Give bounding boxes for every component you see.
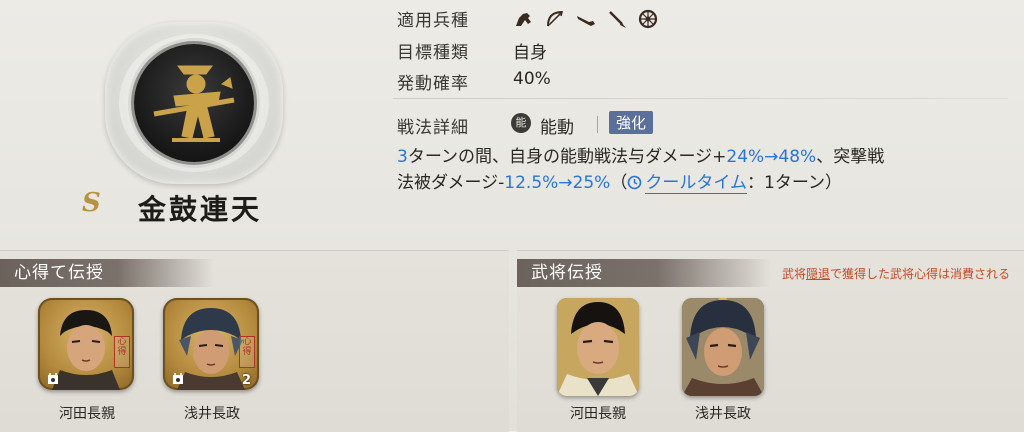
inherit-panel-title: 心得て伝授 (0, 259, 214, 287)
cooldown-icon (627, 172, 642, 190)
clan-crest-icon (173, 373, 183, 384)
cavalry-icon (513, 8, 535, 30)
skill-name: 金鼓連天 (138, 193, 263, 226)
bow-icon (544, 8, 566, 30)
cooldown-value: ：1ターン） (747, 173, 842, 193)
inherit-card-name-azai: 浅井長政 (184, 406, 240, 422)
card-count: 2 (241, 373, 251, 388)
skill-icon (134, 44, 254, 162)
general-portrait (177, 308, 245, 390)
clan-crest-icon (48, 373, 58, 384)
wheel-icon (637, 8, 659, 30)
skill-rank: S (82, 188, 101, 218)
skill-detail-section: S 金鼓連天 適用兵種 目標種類 自身 発動確率 40% 戦法詳細 能 能動 強… (0, 0, 1024, 240)
target-label: 目標種類 (397, 43, 469, 63)
divider (597, 116, 598, 133)
gun-icon (575, 8, 597, 30)
general-card-azai[interactable] (682, 298, 764, 396)
damage-reduction-value: 12.5%→25% (504, 173, 611, 193)
inherit-card-azai[interactable]: 心得 2 (163, 298, 259, 390)
general-card-name-kawada: 河田長親 (570, 406, 626, 422)
general-card-kawada[interactable] (557, 298, 639, 396)
detail-label: 戦法詳細 (397, 118, 469, 138)
ability-type: 能動 (540, 118, 574, 138)
general-inherit-panel: 武将伝授 武将隠退で獲得した武将心得は消費される 河田長親 浅井長政 (517, 250, 1024, 432)
unit-types-label: 適用兵種 (397, 11, 469, 31)
enhance-tag[interactable]: 強化 (609, 111, 654, 134)
general-card-name-azai: 浅井長政 (695, 406, 751, 422)
retire-link[interactable]: 隠退 (806, 267, 830, 281)
inherit-panel: 心得て伝授 心得 河田長親 心得 2 浅井長政 (0, 250, 509, 432)
target-value: 自身 (513, 43, 547, 63)
chance-value: 40% (513, 69, 551, 89)
desc-text-2: 、突撃戦 (816, 147, 885, 167)
separator (393, 98, 1008, 99)
chance-label: 発動確率 (397, 74, 469, 94)
desc-text-1: ターンの間、自身の能動戦法与ダメージ+ (407, 147, 727, 167)
general-portrait (557, 298, 639, 396)
inherit-card-name-kawada: 河田長親 (59, 406, 115, 422)
paren-open: （ (610, 173, 628, 193)
general-portrait (52, 310, 120, 390)
turns-value: 3 (397, 147, 408, 167)
damage-boost-value: 24%→48% (726, 147, 817, 167)
unit-type-icons (513, 8, 659, 30)
desc-text-3: 法被ダメージ- (397, 173, 505, 193)
ability-badge: 能 (511, 113, 531, 133)
seal-stamp: 心得 (114, 336, 130, 368)
seal-stamp: 心得 (239, 336, 255, 368)
general-portrait (682, 298, 764, 396)
description-line-1: 3ターンの間、自身の能動戦法与ダメージ+24%→48%、突撃戦 (397, 144, 1012, 170)
general-inherit-title: 武将伝授 (517, 259, 771, 287)
inherit-card-kawada[interactable]: 心得 (38, 298, 134, 390)
description-line-2: 法被ダメージ-12.5%→25%（ クールタイム：1ターン） (397, 170, 1012, 196)
skill-emblem (105, 22, 283, 184)
spear-icon (606, 8, 628, 30)
cooldown-link[interactable]: クールタイム (645, 173, 748, 194)
retire-notice: 武将隠退で獲得した武将心得は消費される (781, 267, 1010, 281)
